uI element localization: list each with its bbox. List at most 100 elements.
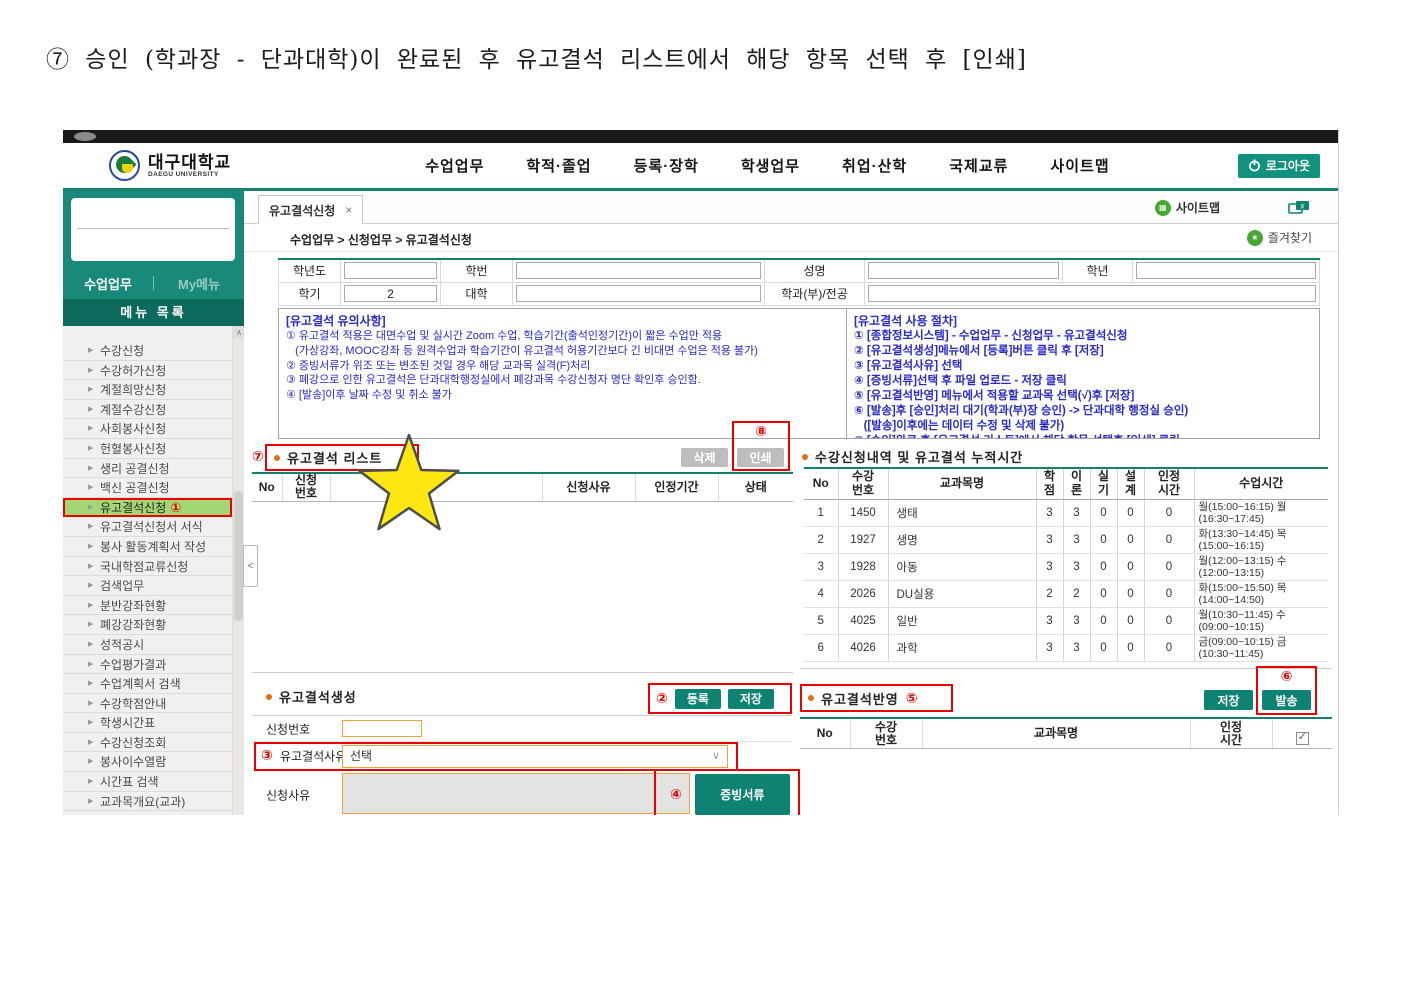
evidence-button[interactable]: 증빙서류 [695, 774, 790, 815]
sidebar-item[interactable]: ▶ ∨계절수강신청 [63, 400, 232, 420]
appno-input[interactable] [342, 720, 422, 737]
favorites-button[interactable]: ★ 즐겨찾기 [1247, 229, 1312, 246]
table-row[interactable]: 3 1928 아동 3 3 0 0 0 월(12:00~13:15) 수(12:… [804, 553, 1328, 580]
sidebar-item[interactable]: ▶ ∨봉사이수열람 [63, 752, 232, 772]
sidebar-item-label: 유고결석신청 [100, 501, 166, 515]
table-row[interactable]: 5 4025 일반 3 3 0 0 0 월(10:30~11:45) 수(09:… [804, 608, 1328, 635]
studentno-input[interactable] [516, 262, 761, 279]
power-icon [1248, 159, 1261, 172]
table-row[interactable]: 1 1450 생태 3 3 0 0 0 월(15:00~16:15) 월(16:… [804, 499, 1328, 526]
scroll-up-icon[interactable]: ∧ [233, 326, 244, 339]
nav-item[interactable]: 수업업무 [425, 155, 484, 176]
select-all-checkbox[interactable]: ✓ [1296, 732, 1309, 745]
sidebar-item[interactable]: ▶ ∨수강허가신청 [63, 361, 232, 381]
register-button[interactable]: 등록 [675, 689, 721, 709]
detail-label: 신청사유 [266, 786, 310, 803]
sidebar-item[interactable]: ▶ ∨수강학점안내 [63, 694, 232, 714]
semester-input[interactable]: 2 [344, 285, 437, 302]
sidebar-tab-mymenu[interactable]: My메뉴 [154, 274, 244, 293]
sidebar-item[interactable]: ▶ ∨수강신청조회 [63, 733, 232, 753]
table-row[interactable]: 6 4026 과학 3 3 0 0 0 금(09:00~10:15) 금(10:… [804, 635, 1328, 662]
sidebar-item[interactable]: ▶ ∨취업정보조회 [63, 811, 232, 815]
name-input[interactable] [868, 262, 1059, 279]
logout-button[interactable]: 로그아웃 [1238, 154, 1320, 178]
absence-list-empty-body [252, 502, 793, 662]
sidebar-collapse-handle[interactable]: < [243, 545, 258, 587]
notice-line: ② [유고결석생성]메뉴에서 [등록]버튼 클릭 후 [저장] [854, 344, 1312, 359]
sidebar-item[interactable]: ▶ ∨봉사 활동계획서 작성 [63, 537, 232, 557]
notice-precautions: [유고결석 유의사항] ① 유고결석 적용은 대면수업 및 실시간 Zoom 수… [279, 309, 846, 438]
section-bullet-icon [802, 454, 808, 460]
sidebar-item[interactable]: ▶ ∨유고결석신청① [63, 498, 232, 518]
college-label: 대학 [441, 282, 513, 305]
nav-item[interactable]: 취업·산학 [842, 155, 907, 176]
sidebar-item[interactable]: ▶ ∨성적공시 [63, 635, 232, 655]
grade-input[interactable] [1136, 262, 1316, 279]
main-nav: 수업업무 학적·졸업 등록·장학 학생업무 취업·산학 국제교류 사이트맵 [297, 155, 1238, 176]
detail-textarea[interactable] [342, 773, 690, 814]
sidebar-item[interactable]: ▶ ∨교과목개요(교과) [63, 792, 232, 812]
sidebar-item-label: 수강신청조회 [100, 736, 166, 750]
annotation-3-box [254, 742, 738, 771]
col-header: 실 기 [1090, 468, 1117, 499]
col-header: 수강 번호 [838, 468, 888, 499]
menu-bullet-icon: ▶ [88, 459, 93, 479]
sitemap-link[interactable]: ▦ 사이트맵 [1155, 199, 1220, 216]
notice-line: ① 유고결석 적용은 대면수업 및 실시간 Zoom 수업, 학습기간(출석인정… [286, 329, 839, 344]
menu-bullet-icon: ▶ [88, 341, 93, 361]
sidebar-item[interactable]: ▶ ∨사회봉사신청 [63, 419, 232, 439]
sidebar-item[interactable]: ▶ ∨생리 공결신청 [63, 459, 232, 479]
notice-box: [유고결석 유의사항] ① 유고결석 적용은 대면수업 및 실시간 Zoom 수… [278, 308, 1320, 439]
sidebar-item-label: 수업계획서 검색 [100, 677, 181, 691]
nav-item[interactable]: 국제교류 [949, 155, 1008, 176]
delete-button[interactable]: 삭제 [681, 448, 728, 467]
window-control-icon[interactable]: x [1288, 200, 1310, 220]
sidebar-item[interactable]: ▶ ∨분반강좌현황 [63, 596, 232, 616]
sidebar-item[interactable]: ▶ ∨학생시간표 [63, 713, 232, 733]
nav-item[interactable]: 등록·장학 [634, 155, 699, 176]
sidebar-item[interactable]: ▶ ∨국내학점교류신청 [63, 557, 232, 577]
menu-bullet-icon: ▶ [88, 419, 93, 439]
sidebar-item[interactable]: ▶ ∨수업계획서 검색 [63, 674, 232, 694]
tab-close-icon[interactable]: × [345, 203, 352, 217]
sidebar-item[interactable]: ▶ ∨계절희망신청 [63, 380, 232, 400]
sidebar-item-label: 수강허가신청 [100, 364, 166, 378]
annotation-7: ⑦ [252, 448, 264, 465]
notice-line: (가상강좌, MOOC강좌 등 원격수업과 학습기간이 유고결석 허용기간보다 … [286, 344, 839, 359]
apply-save-button[interactable]: 저장 [1204, 690, 1253, 710]
sidebar-tabs: 수업업무 My메뉴 [63, 271, 244, 295]
sidebar-item[interactable]: ▶ ∨백신 공결신청 [63, 478, 232, 498]
left-divider [252, 672, 793, 673]
annotation-2-box: ② 등록 저장 [648, 683, 792, 714]
doc-title: ⑦ 승인 (학과장 - 단과대학)이 완료된 후 유고결석 리스트에서 해당 항… [46, 40, 1027, 74]
nav-item[interactable]: 사이트맵 [1050, 155, 1109, 176]
apply-title: 유고결석반영 [821, 689, 899, 708]
scrollbar-thumb[interactable] [234, 491, 243, 621]
table-row[interactable]: 4 2026 DU실용 2 2 0 0 0 화(15:00~15:50) 목(1… [804, 580, 1328, 607]
sidebar-item[interactable]: ▶ ∨검색업무 [63, 576, 232, 596]
sidebar-tab-work[interactable]: 수업업무 [63, 274, 153, 293]
col-header: 교과목명 [888, 468, 1036, 499]
col-header: 수업시간 [1194, 468, 1328, 499]
col-header: No [800, 718, 850, 749]
table-row[interactable]: 2 1927 생명 3 3 0 0 0 화(13:30~14:45) 목(15:… [804, 526, 1328, 553]
college-input[interactable] [516, 285, 761, 302]
year-input[interactable] [344, 262, 437, 279]
save-button[interactable]: 저장 [728, 689, 774, 709]
menu-bullet-icon: ▶ [88, 733, 93, 753]
create-title-row: 유고결석생성 [266, 687, 357, 706]
section-bullet-icon [266, 694, 272, 700]
nav-item[interactable]: 학생업무 [741, 155, 800, 176]
sidebar-item[interactable]: ▶ ∨유고결석신청서 서식 [63, 517, 232, 537]
tab-absence-application[interactable]: 유고결석신청 × [258, 195, 363, 224]
sidebar-item[interactable]: ▶ ∨수업평가결과 [63, 655, 232, 675]
sidebar-item[interactable]: ▶ ∨수강신청 [63, 341, 232, 361]
dept-input[interactable] [868, 285, 1316, 302]
sidebar-item[interactable]: ▶ ∨헌혈봉사신청 [63, 439, 232, 459]
nav-item[interactable]: 학적·졸업 [526, 155, 591, 176]
sidebar-item[interactable]: ▶ ∨시간표 검색 [63, 772, 232, 792]
sidebar-item-label: 수강학점안내 [100, 697, 166, 711]
create-form: 신청번호 ③ 유고결석사유 선택 ∨ 신청사유 ④ [252, 715, 792, 815]
sidebar-item[interactable]: ▶ ∨폐강강좌현황 [63, 615, 232, 635]
sidebar-item-label: 생리 공결신청 [100, 462, 170, 476]
